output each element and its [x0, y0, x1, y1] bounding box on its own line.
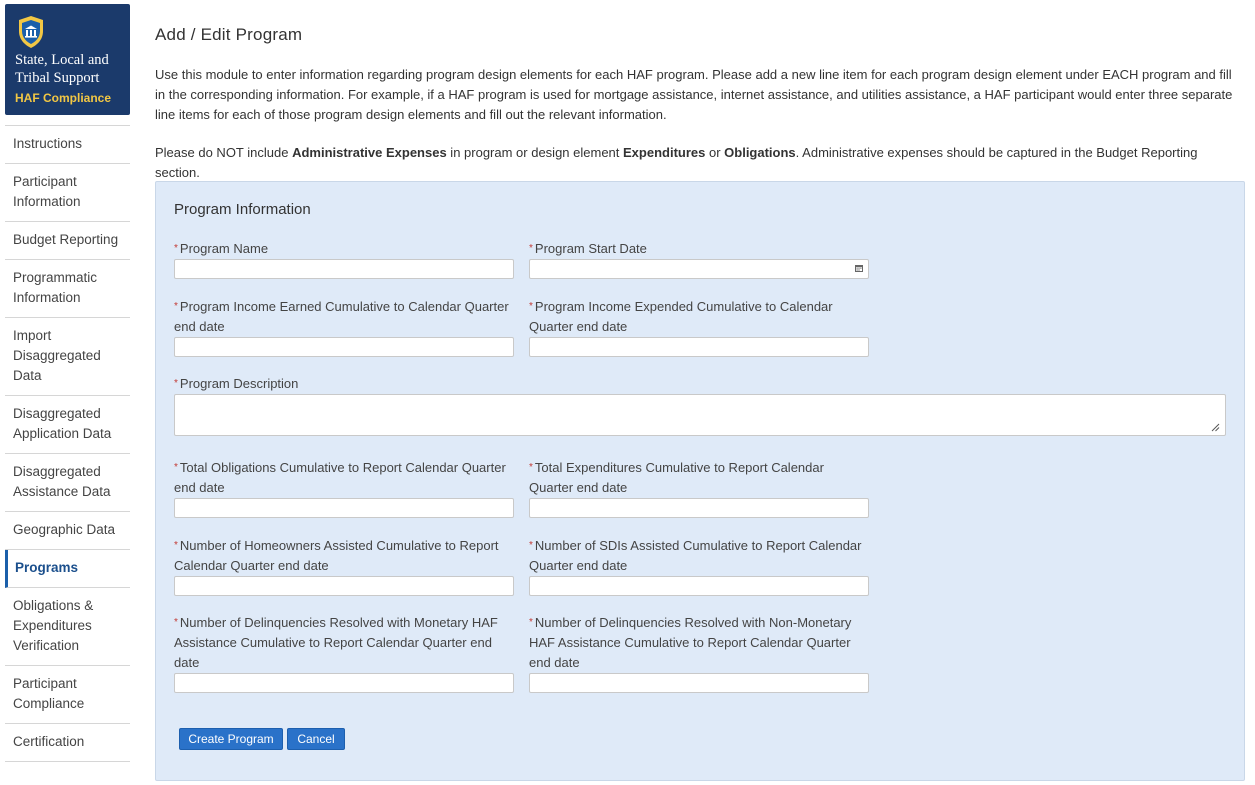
notice-text: Please do NOT include Administrative Exp…	[155, 143, 1245, 183]
delinquencies-non-monetary-label: * Number of Delinquencies Resolved with N…	[529, 613, 869, 673]
label-text: Program Income Expended Cumulative to Ca…	[529, 299, 833, 334]
program-name-input[interactable]	[174, 259, 514, 279]
sidebar-item-certification[interactable]: Certification	[5, 724, 130, 762]
label-text: Program Start Date	[534, 241, 647, 256]
required-marker: *	[529, 462, 533, 473]
income-earned-input[interactable]	[174, 337, 514, 357]
calendar-icon[interactable]	[855, 264, 863, 272]
label-text: Program Income Earned Cumulative to Cale…	[174, 299, 509, 334]
total-expenditures-field: * Total Expenditures Cumulative to Report…	[529, 458, 869, 518]
total-expenditures-label: * Total Expenditures Cumulative to Report…	[529, 458, 869, 498]
program-start-date-field: * Program Start Date	[529, 239, 869, 279]
sdis-assisted-field: * Number of SDIs Assisted Cumulative to R…	[529, 536, 869, 596]
resize-grip-icon[interactable]	[1211, 423, 1220, 432]
total-obligations-label: * Total Obligations Cumulative to Report …	[174, 458, 514, 498]
required-marker: *	[529, 243, 533, 254]
sidebar-item-instructions[interactable]: Instructions	[5, 126, 130, 164]
program-name-label: * Program Name	[174, 239, 514, 259]
income-expended-label: * Program Income Expended Cumulative to C…	[529, 297, 869, 337]
section-title: Program Information	[174, 201, 311, 218]
sidebar-item-geographic-data[interactable]: Geographic Data	[5, 512, 130, 550]
program-start-date-input[interactable]	[529, 259, 869, 279]
delinquencies-non-monetary-field: * Number of Delinquencies Resolved with N…	[529, 613, 869, 693]
notice-emphasis-expenditures: Expenditures	[623, 145, 706, 160]
income-expended-input[interactable]	[529, 337, 869, 357]
total-obligations-input[interactable]	[174, 498, 514, 518]
sdis-assisted-label: * Number of SDIs Assisted Cumulative to R…	[529, 536, 869, 576]
delinquencies-non-monetary-input[interactable]	[529, 673, 869, 693]
create-program-button[interactable]: Create Program	[179, 728, 283, 750]
building-shield-icon	[19, 16, 43, 48]
program-information-panel: Program Information * Program Name * Progr…	[155, 181, 1245, 781]
label-text: Number of SDIs Assisted Cumulative to Re…	[529, 538, 862, 573]
sidebar-item-disaggregated-assistance-data[interactable]: Disaggregated Assistance Data	[5, 454, 130, 512]
label-text: Total Obligations Cumulative to Report C…	[174, 460, 506, 495]
required-marker: *	[529, 301, 533, 312]
brand-title: State, Local and Tribal Support	[15, 52, 109, 86]
homeowners-assisted-field: * Number of Homeowners Assisted Cumulativ…	[174, 536, 514, 596]
program-start-date-wrapper	[529, 259, 869, 279]
sidebar-item-obligations-expenditures-verification[interactable]: Obligations & Expenditures Verification	[5, 588, 130, 666]
brand-logo[interactable]: State, Local and Tribal Support HAF Comp…	[5, 4, 130, 115]
required-marker: *	[174, 378, 178, 389]
brand-subtitle: HAF Compliance	[15, 91, 112, 105]
income-expended-field: * Program Income Expended Cumulative to C…	[529, 297, 869, 357]
delinquencies-monetary-label: * Number of Delinquencies Resolved with M…	[174, 613, 514, 673]
sidebar-item-participant-compliance[interactable]: Participant Compliance	[5, 666, 130, 724]
sdis-assisted-input[interactable]	[529, 576, 869, 596]
delinquencies-monetary-field: * Number of Delinquencies Resolved with M…	[174, 613, 514, 693]
required-marker: *	[174, 540, 178, 551]
label-text: Program Name	[179, 241, 269, 256]
label-text: Total Expenditures Cumulative to Report …	[529, 460, 824, 495]
intro-text: Use this module to enter information reg…	[155, 67, 1233, 122]
program-start-date-label: * Program Start Date	[529, 239, 869, 259]
program-description-wrapper	[174, 394, 1226, 436]
program-description-field: * Program Description	[174, 374, 1226, 436]
sidebar-item-programs[interactable]: Programs	[5, 550, 130, 588]
delinquencies-monetary-input[interactable]	[174, 673, 514, 693]
label-text: Program Description	[179, 376, 299, 391]
required-marker: *	[174, 462, 178, 473]
page-title: Add / Edit Program	[155, 25, 303, 44]
notice-part: or	[705, 145, 725, 160]
sidebar-item-import-disaggregated-data[interactable]: Import Disaggregated Data	[5, 318, 130, 396]
total-expenditures-input[interactable]	[529, 498, 869, 518]
required-marker: *	[529, 540, 533, 551]
sidebar-item-participant-information[interactable]: Participant Information	[5, 164, 130, 222]
sidebar-item-programmatic-information[interactable]: Programmatic Information	[5, 260, 130, 318]
required-marker: *	[174, 243, 178, 254]
required-marker: *	[174, 301, 178, 312]
homeowners-assisted-label: * Number of Homeowners Assisted Cumulativ…	[174, 536, 514, 576]
notice-emphasis-obligations: Obligations	[724, 145, 796, 160]
program-description-textarea[interactable]	[174, 394, 1226, 436]
sidebar-item-disaggregated-application-data[interactable]: Disaggregated Application Data	[5, 396, 130, 454]
cancel-button[interactable]: Cancel	[287, 728, 345, 750]
sidebar-item-budget-reporting[interactable]: Budget Reporting	[5, 222, 130, 260]
sidebar-nav: Instructions Participant Information Bud…	[5, 125, 130, 762]
program-description-label: * Program Description	[174, 374, 1226, 394]
total-obligations-field: * Total Obligations Cumulative to Report …	[174, 458, 514, 518]
label-text: Number of Delinquencies Resolved with Mo…	[174, 615, 498, 670]
required-marker: *	[174, 617, 178, 628]
income-earned-label: * Program Income Earned Cumulative to Cal…	[174, 297, 514, 337]
notice-part: Please do NOT include	[155, 145, 293, 160]
required-marker: *	[529, 617, 533, 628]
homeowners-assisted-input[interactable]	[174, 576, 514, 596]
income-earned-field: * Program Income Earned Cumulative to Cal…	[174, 297, 514, 357]
sidebar: State, Local and Tribal Support HAF Comp…	[5, 4, 130, 762]
label-text: Number of Homeowners Assisted Cumulative…	[174, 538, 499, 573]
notice-emphasis-admin-expenses: Administrative Expenses	[292, 145, 447, 160]
notice-part: in program or design element	[446, 145, 623, 160]
program-name-field: * Program Name	[174, 239, 514, 279]
label-text: Number of Delinquencies Resolved with No…	[529, 615, 852, 670]
